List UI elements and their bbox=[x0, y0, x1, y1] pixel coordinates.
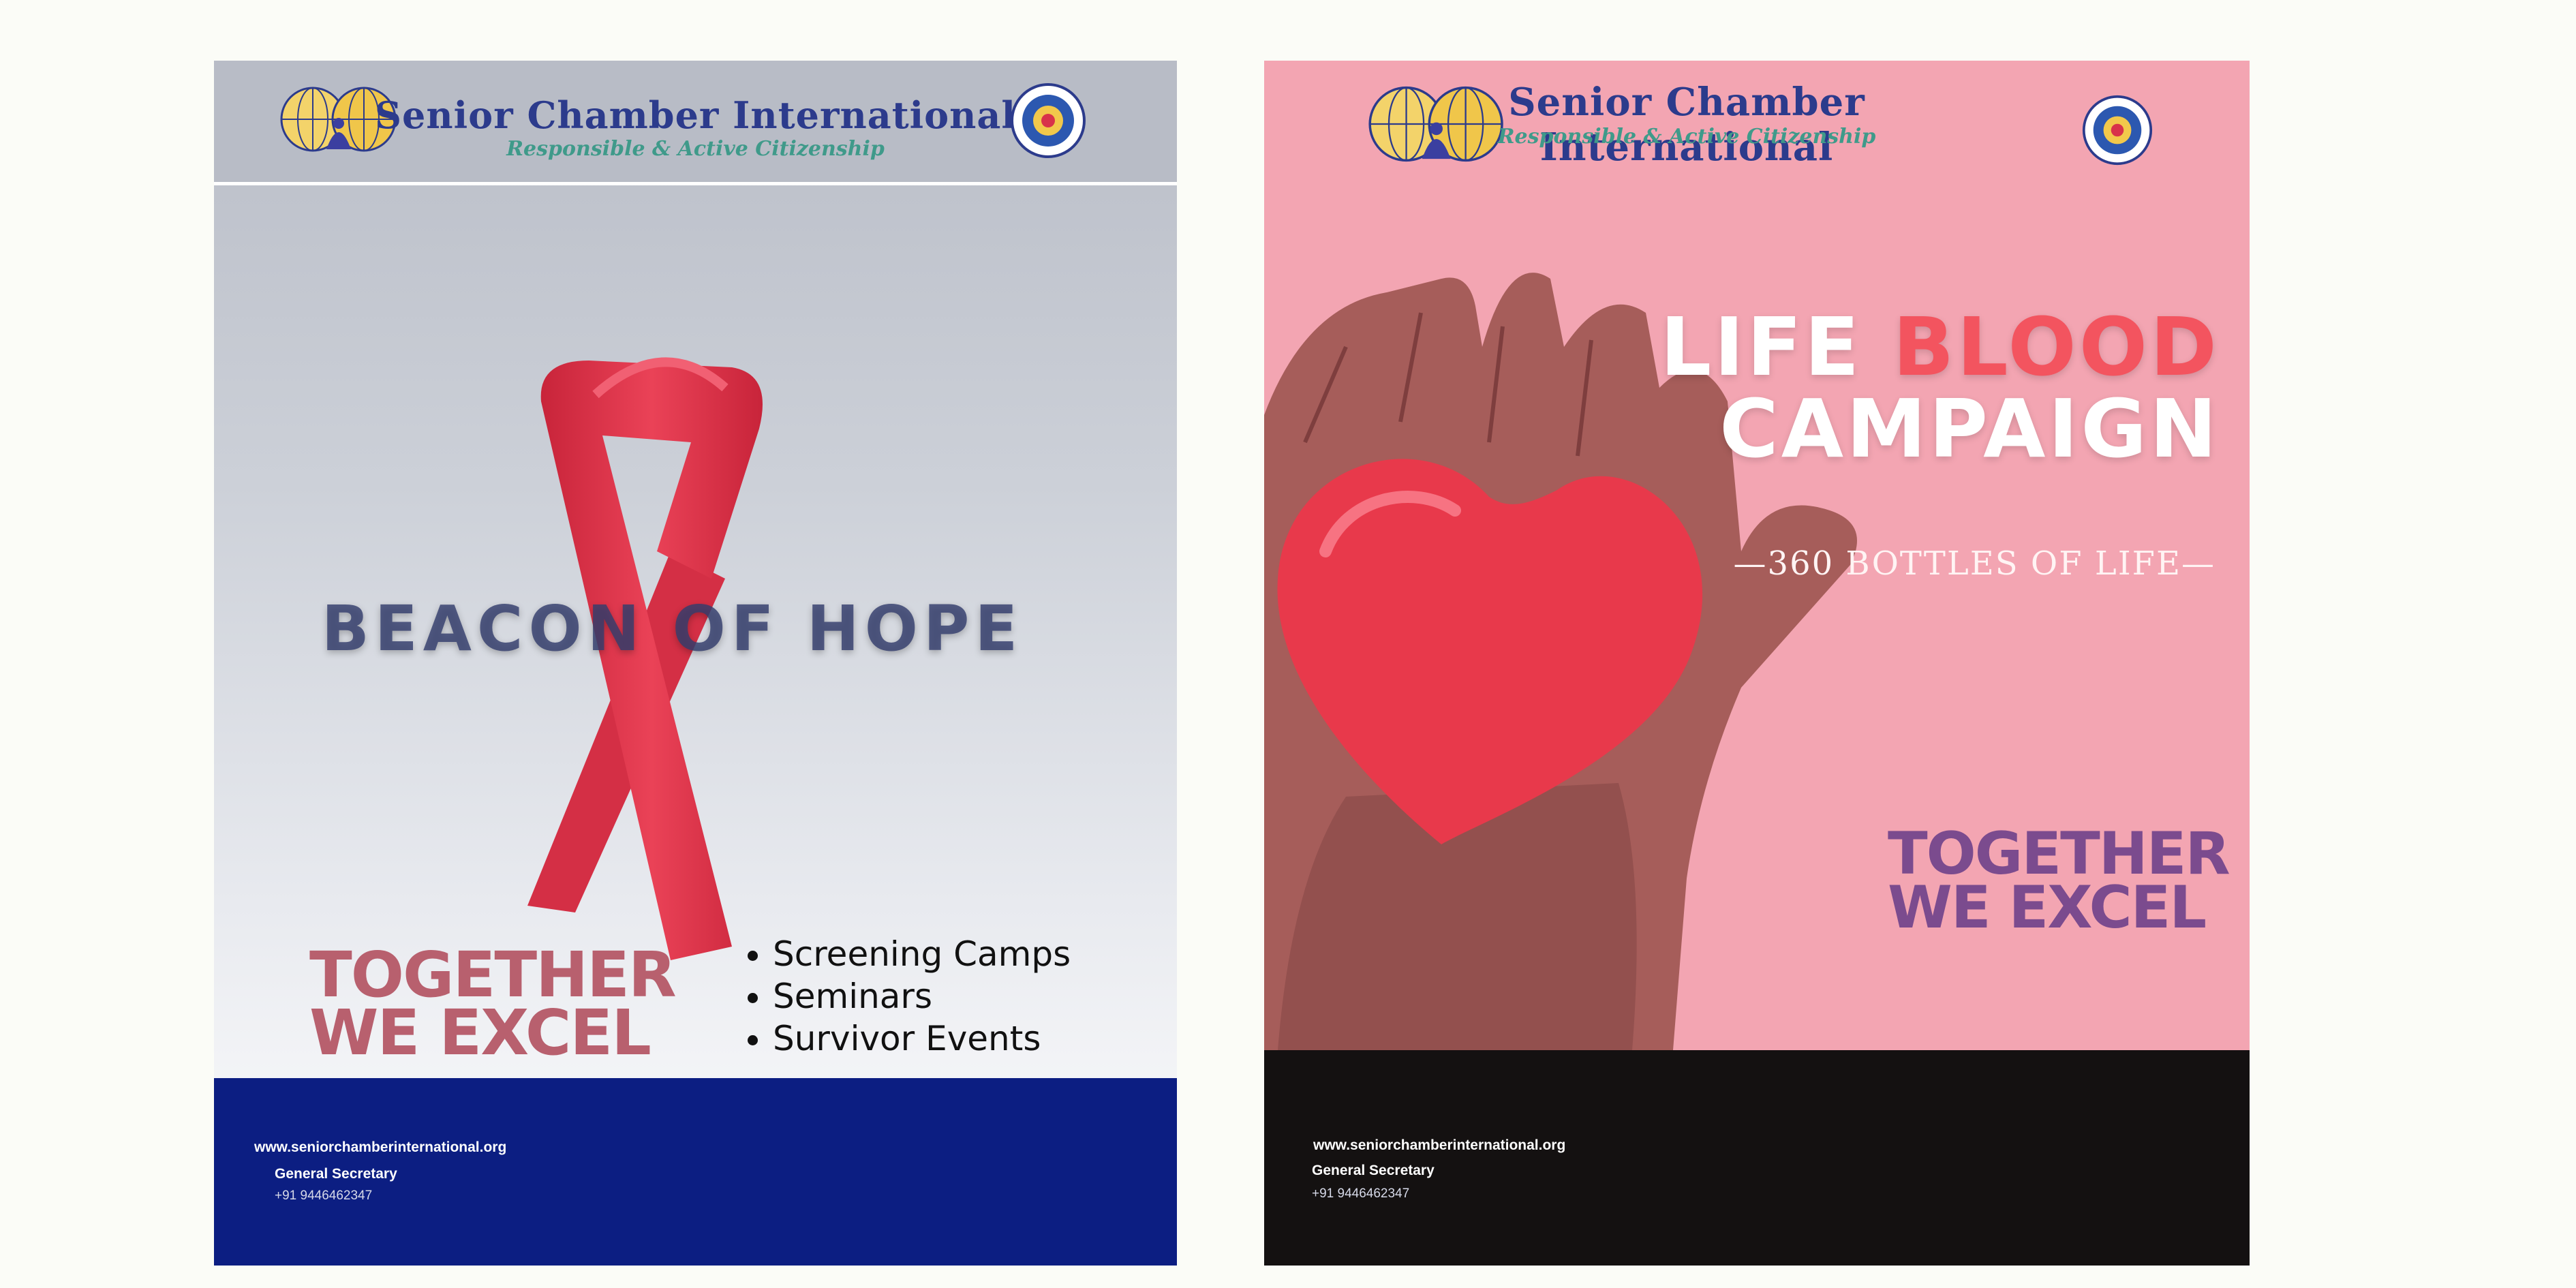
life-blood-campaign-poster: Senior Chamber International Responsible… bbox=[1264, 61, 2250, 1266]
contact-role: General Secretary bbox=[275, 1166, 397, 1182]
seal-logo-icon bbox=[2082, 95, 2153, 166]
contact-phone: +91 9446462347 bbox=[1312, 1186, 1410, 1201]
website-link[interactable]: www.seniorchamberinternational.org bbox=[1313, 1137, 1565, 1154]
activity-item: Screening Camps bbox=[773, 933, 1071, 975]
beacon-of-hope-poster: Senior Chamber International Responsible… bbox=[214, 61, 1177, 1266]
headline-word-blood: BLOOD bbox=[1892, 300, 2220, 394]
headline-word-life: LIFE bbox=[1660, 300, 1862, 394]
contact-role: General Secretary bbox=[1312, 1163, 1435, 1178]
slogan-line-1: TOGETHER bbox=[309, 938, 677, 1011]
slogan: TOGETHER WE EXCEL bbox=[1888, 825, 2230, 942]
activity-item: Survivor Events bbox=[773, 1017, 1071, 1060]
slogan-line-2: WE EXCEL bbox=[309, 996, 651, 1069]
campaign-headline: BEACON OF HOPE bbox=[321, 592, 1024, 665]
campaign-headline: LIFE BLOOD CAMPAIGN bbox=[1660, 306, 2220, 470]
poster-footer: www.seniorchamberinternational.org Gener… bbox=[1264, 1050, 2250, 1266]
activities-list: Screening Camps Seminars Survivor Events bbox=[746, 933, 1071, 1060]
poster-header: Senior Chamber International Responsible… bbox=[1264, 61, 2250, 182]
org-tagline: Responsible & Active Citizenship bbox=[1497, 125, 1876, 149]
seal-logo-icon bbox=[1011, 83, 1086, 158]
campaign-subheadline: —360 BOTTLES OF LIFE— bbox=[1733, 545, 2215, 583]
activity-item: Seminars bbox=[773, 975, 1071, 1017]
contact-phone: +91 9446462347 bbox=[275, 1189, 373, 1203]
poster-footer: www.seniorchamberinternational.org Gener… bbox=[214, 1078, 1177, 1266]
slogan: TOGETHER WE EXCEL bbox=[309, 938, 677, 1069]
poster-header: Senior Chamber International Responsible… bbox=[214, 61, 1177, 185]
headline-word-campaign: CAMPAIGN bbox=[1719, 382, 2220, 476]
website-link[interactable]: www.seniorchamberinternational.org bbox=[254, 1139, 506, 1156]
slogan-line-2: WE EXCEL bbox=[1888, 874, 2207, 942]
